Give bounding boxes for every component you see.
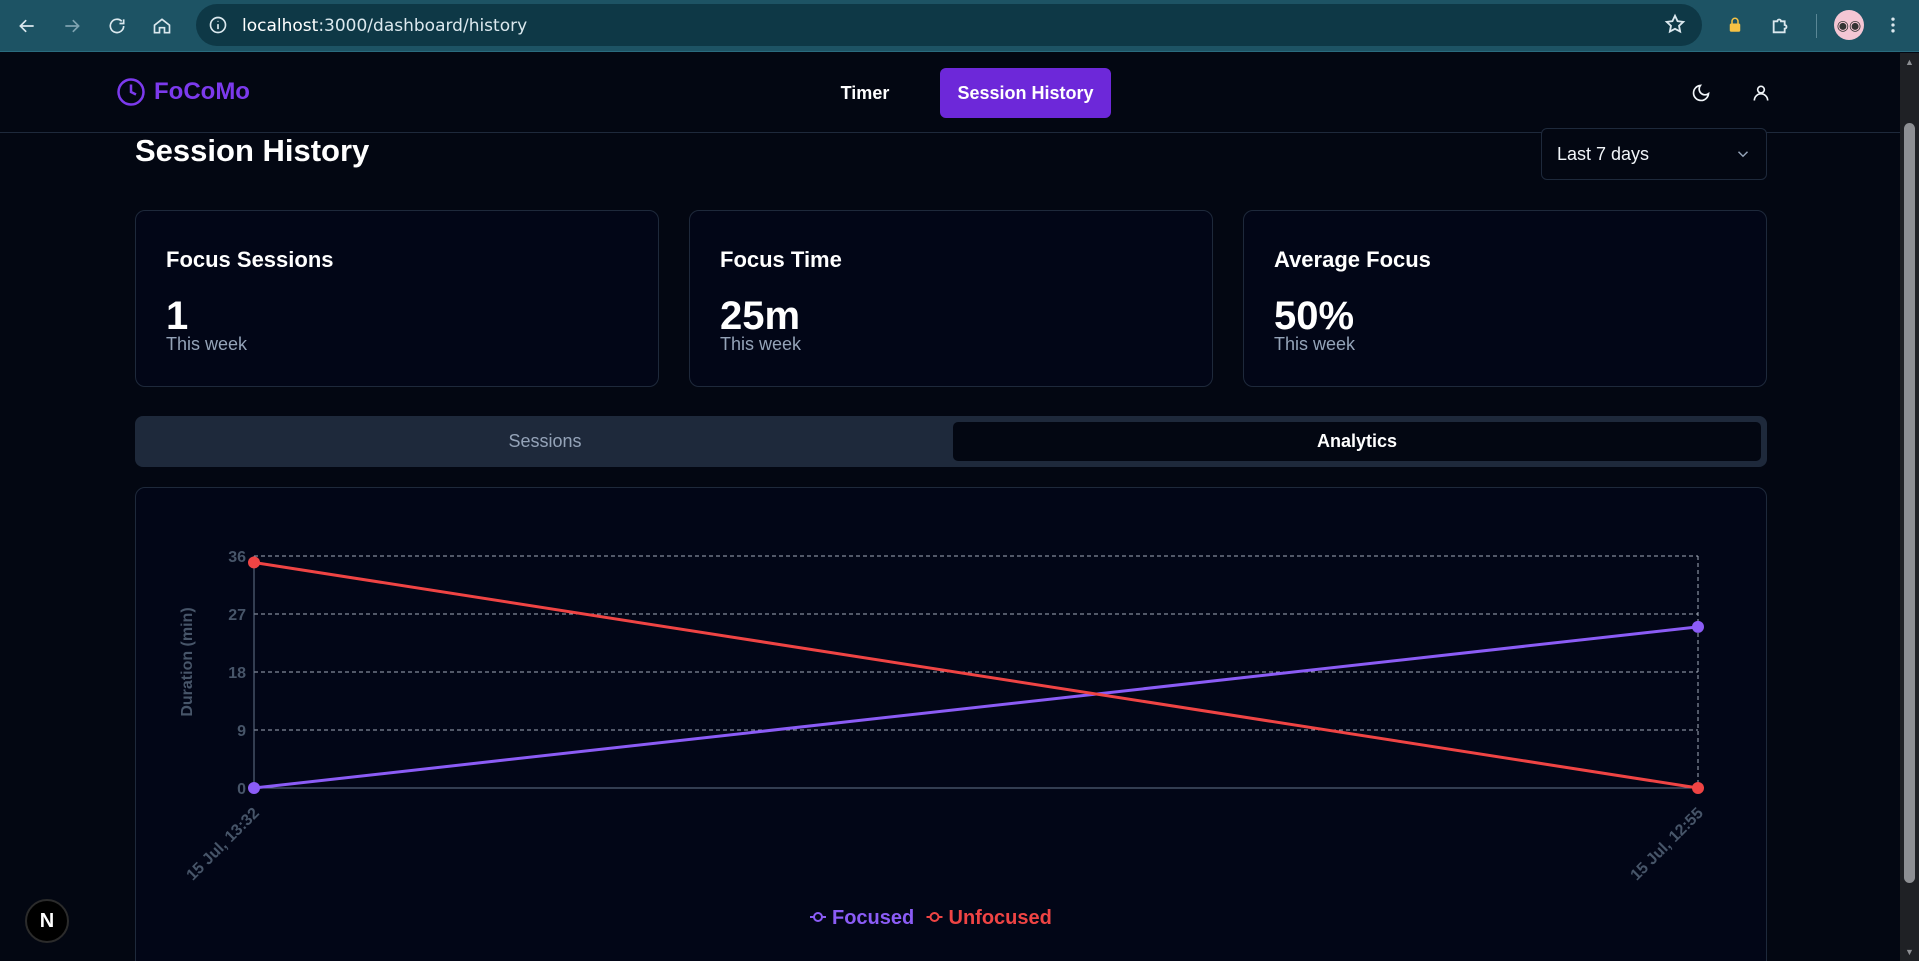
data-point-unfocused [248, 556, 260, 569]
stat-value: 50% [1274, 294, 1355, 338]
tab-analytics[interactable]: Analytics [953, 422, 1761, 461]
stat-title: Average Focus [1274, 247, 1431, 272]
scroll-down-icon[interactable]: ▼ [1904, 947, 1915, 957]
history-tabs: Sessions Analytics [135, 416, 1767, 467]
app-header: FoCoMo Timer Session History [0, 53, 1900, 133]
legend-swatch-marker [813, 912, 823, 922]
reload-icon[interactable] [101, 10, 133, 42]
tab-sessions[interactable]: Sessions [141, 422, 949, 461]
url-text[interactable]: localhost:3000/dashboard/history [242, 16, 527, 36]
stat-card-focus-sessions: Focus Sessions 1 This week [135, 210, 659, 387]
series-line-unfocused [253, 560, 1699, 790]
series-line-focused [253, 625, 1699, 790]
scroll-up-icon[interactable]: ▲ [1904, 57, 1915, 67]
url-host: localhost [242, 16, 319, 36]
stat-value: 25m [720, 294, 801, 338]
y-tick-label: 18 [228, 665, 246, 682]
y-tick-label: 27 [228, 607, 246, 624]
address-bar[interactable]: localhost:3000/dashboard/history [196, 4, 1702, 46]
user-account-icon[interactable] [1748, 80, 1774, 106]
theme-toggle-moon-icon[interactable] [1688, 80, 1714, 106]
page-scrollbar[interactable]: ▲ ▼ [1900, 53, 1919, 961]
url-path: :3000/dashboard/history [318, 16, 528, 36]
legend-swatch-marker [929, 912, 940, 922]
stat-title: Focus Sessions [166, 247, 334, 272]
duration-line-chart: 0 9 18 27 36 Duration (min) 15 Jul, 13:32 15 Ju… [179, 549, 1707, 929]
y-axis-label: Duration (min) [179, 607, 196, 716]
browser-toolbar: localhost:3000/dashboard/history ◉◉ [0, 0, 1919, 52]
data-point-unfocused [1692, 782, 1704, 794]
stat-subtitle: This week [720, 334, 802, 354]
stat-title: Focus Time [720, 247, 842, 272]
chevron-down-icon [1737, 151, 1749, 158]
analytics-chart-card: 0 9 18 27 36 Duration (min) 15 Jul, 13:32 15 Ju… [135, 487, 1767, 961]
x-tick-label: 15 Jul, 13:32 [184, 805, 263, 884]
y-tick-label: 0 [237, 781, 246, 798]
stat-value: 1 [166, 294, 189, 338]
stat-card-focus-time: Focus Time 25m This week [689, 210, 1213, 387]
toolbar-separator [1816, 14, 1817, 38]
browser-menu-icon[interactable] [1878, 10, 1908, 40]
page-title: Session History [135, 133, 370, 168]
stat-subtitle: This week [1274, 334, 1356, 354]
extensions-puzzle-icon[interactable] [1766, 10, 1796, 40]
x-tick-label: 15 Jul, 12:55 [1628, 805, 1707, 884]
nav-timer-link[interactable]: Timer [820, 68, 910, 118]
back-icon[interactable] [11, 10, 43, 42]
clock-logo-icon [117, 78, 145, 106]
date-range-value: Last 7 days [1557, 143, 1650, 164]
data-point-focused [248, 782, 260, 794]
profile-avatar-icon[interactable]: ◉◉ [1834, 10, 1864, 40]
data-point-focused [1692, 620, 1704, 633]
legend-label-focused: Focused [832, 907, 914, 929]
legend-label-unfocused: Unfocused [949, 907, 1052, 929]
date-range-select[interactable]: Last 7 days [1541, 128, 1767, 180]
app-logo[interactable]: FoCoMo [116, 77, 250, 107]
scrollbar-thumb[interactable] [1904, 123, 1915, 883]
site-info-icon[interactable] [206, 13, 230, 37]
stat-card-average-focus: Average Focus 50% This week [1243, 210, 1767, 387]
stat-subtitle: This week [166, 334, 248, 354]
home-icon[interactable] [146, 10, 178, 42]
nextjs-dev-badge[interactable]: N [25, 899, 69, 943]
bookmark-star-icon[interactable] [1664, 13, 1688, 37]
forward-icon[interactable] [56, 10, 88, 42]
y-tick-label: 36 [228, 549, 246, 566]
lock-extension-icon[interactable] [1720, 10, 1750, 40]
nav-session-history-link[interactable]: Session History [940, 68, 1111, 118]
logo-text: FoCoMo [154, 78, 250, 105]
y-tick-label: 9 [237, 723, 246, 740]
